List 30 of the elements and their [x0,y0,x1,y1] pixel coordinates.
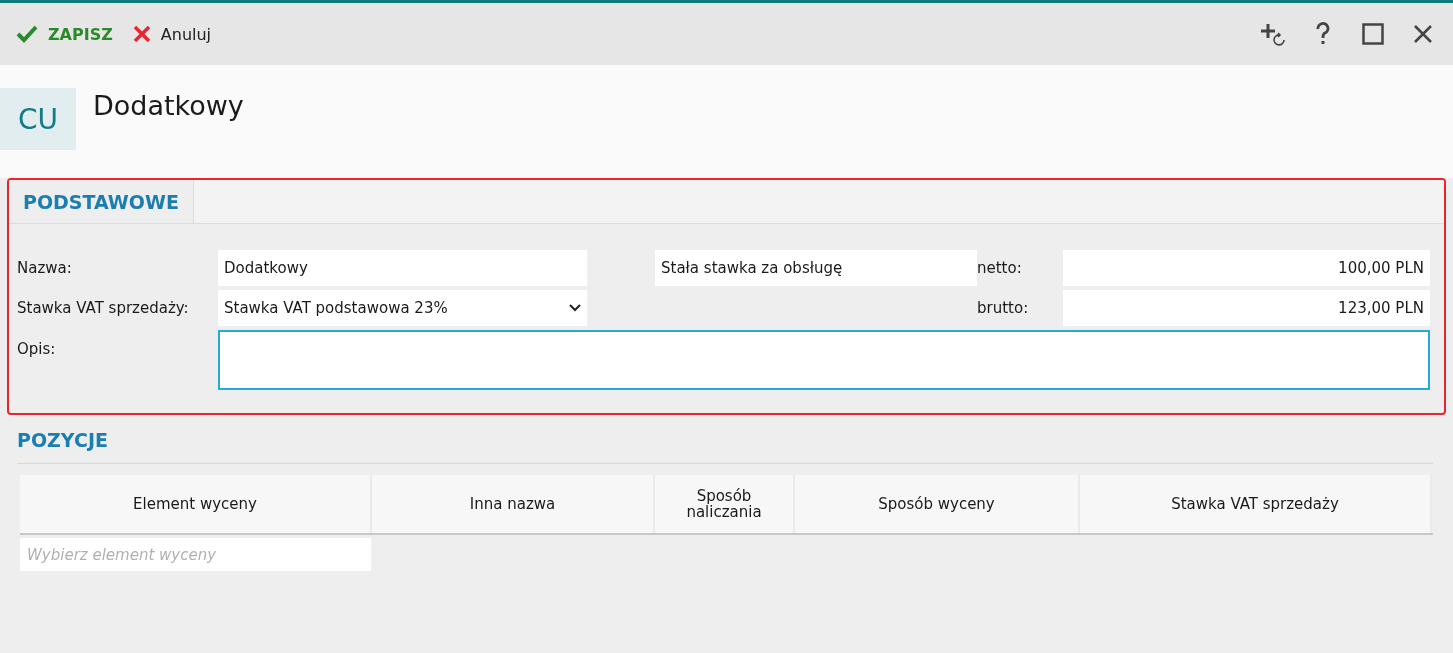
section-heading: POZYCJE [17,429,1433,464]
brutto-field[interactable]: 123,00 PLN [1063,290,1430,326]
plus-refresh-icon [1260,22,1286,46]
maximize-icon [1362,23,1384,45]
field-label: Nazwa: [17,259,73,277]
column-header[interactable]: Inna nazwa [372,475,655,533]
element-select-field[interactable]: Wybierz element wyceny [20,538,371,571]
type-field[interactable]: Stała stawka za obsługę [655,250,977,286]
field-label: brutto: [977,299,1030,317]
record-badge: CU [0,88,76,150]
help-icon [1315,22,1331,46]
column-header[interactable]: Sposób naliczania [655,475,795,533]
column-header[interactable]: Element wyceny [20,475,372,533]
save-button[interactable]: ZAPISZ [10,20,119,48]
netto-field[interactable]: 100,00 PLN [1063,250,1430,286]
section-tab[interactable]: PODSTAWOWE [9,180,194,223]
field-label: Opis: [17,339,57,358]
chevron-down-icon [569,304,581,312]
cancel-button[interactable]: Anuluj [126,20,218,48]
name-field[interactable]: Dodatkowy [218,250,587,286]
vat-dropdown[interactable]: Stawka VAT podstawowa 23% [218,290,587,326]
field-label: Stawka VAT sprzedaży: [17,299,190,317]
description-field[interactable] [218,330,1430,390]
close-icon [1413,24,1433,44]
close-icon [132,25,151,43]
checkmark-icon [16,25,38,43]
column-header[interactable]: Stawka VAT sprzedaży [1080,475,1432,533]
field-label: netto: [977,259,1023,277]
record-title: Dodatkowy [93,90,244,121]
column-header[interactable]: Sposób wyceny [795,475,1080,533]
